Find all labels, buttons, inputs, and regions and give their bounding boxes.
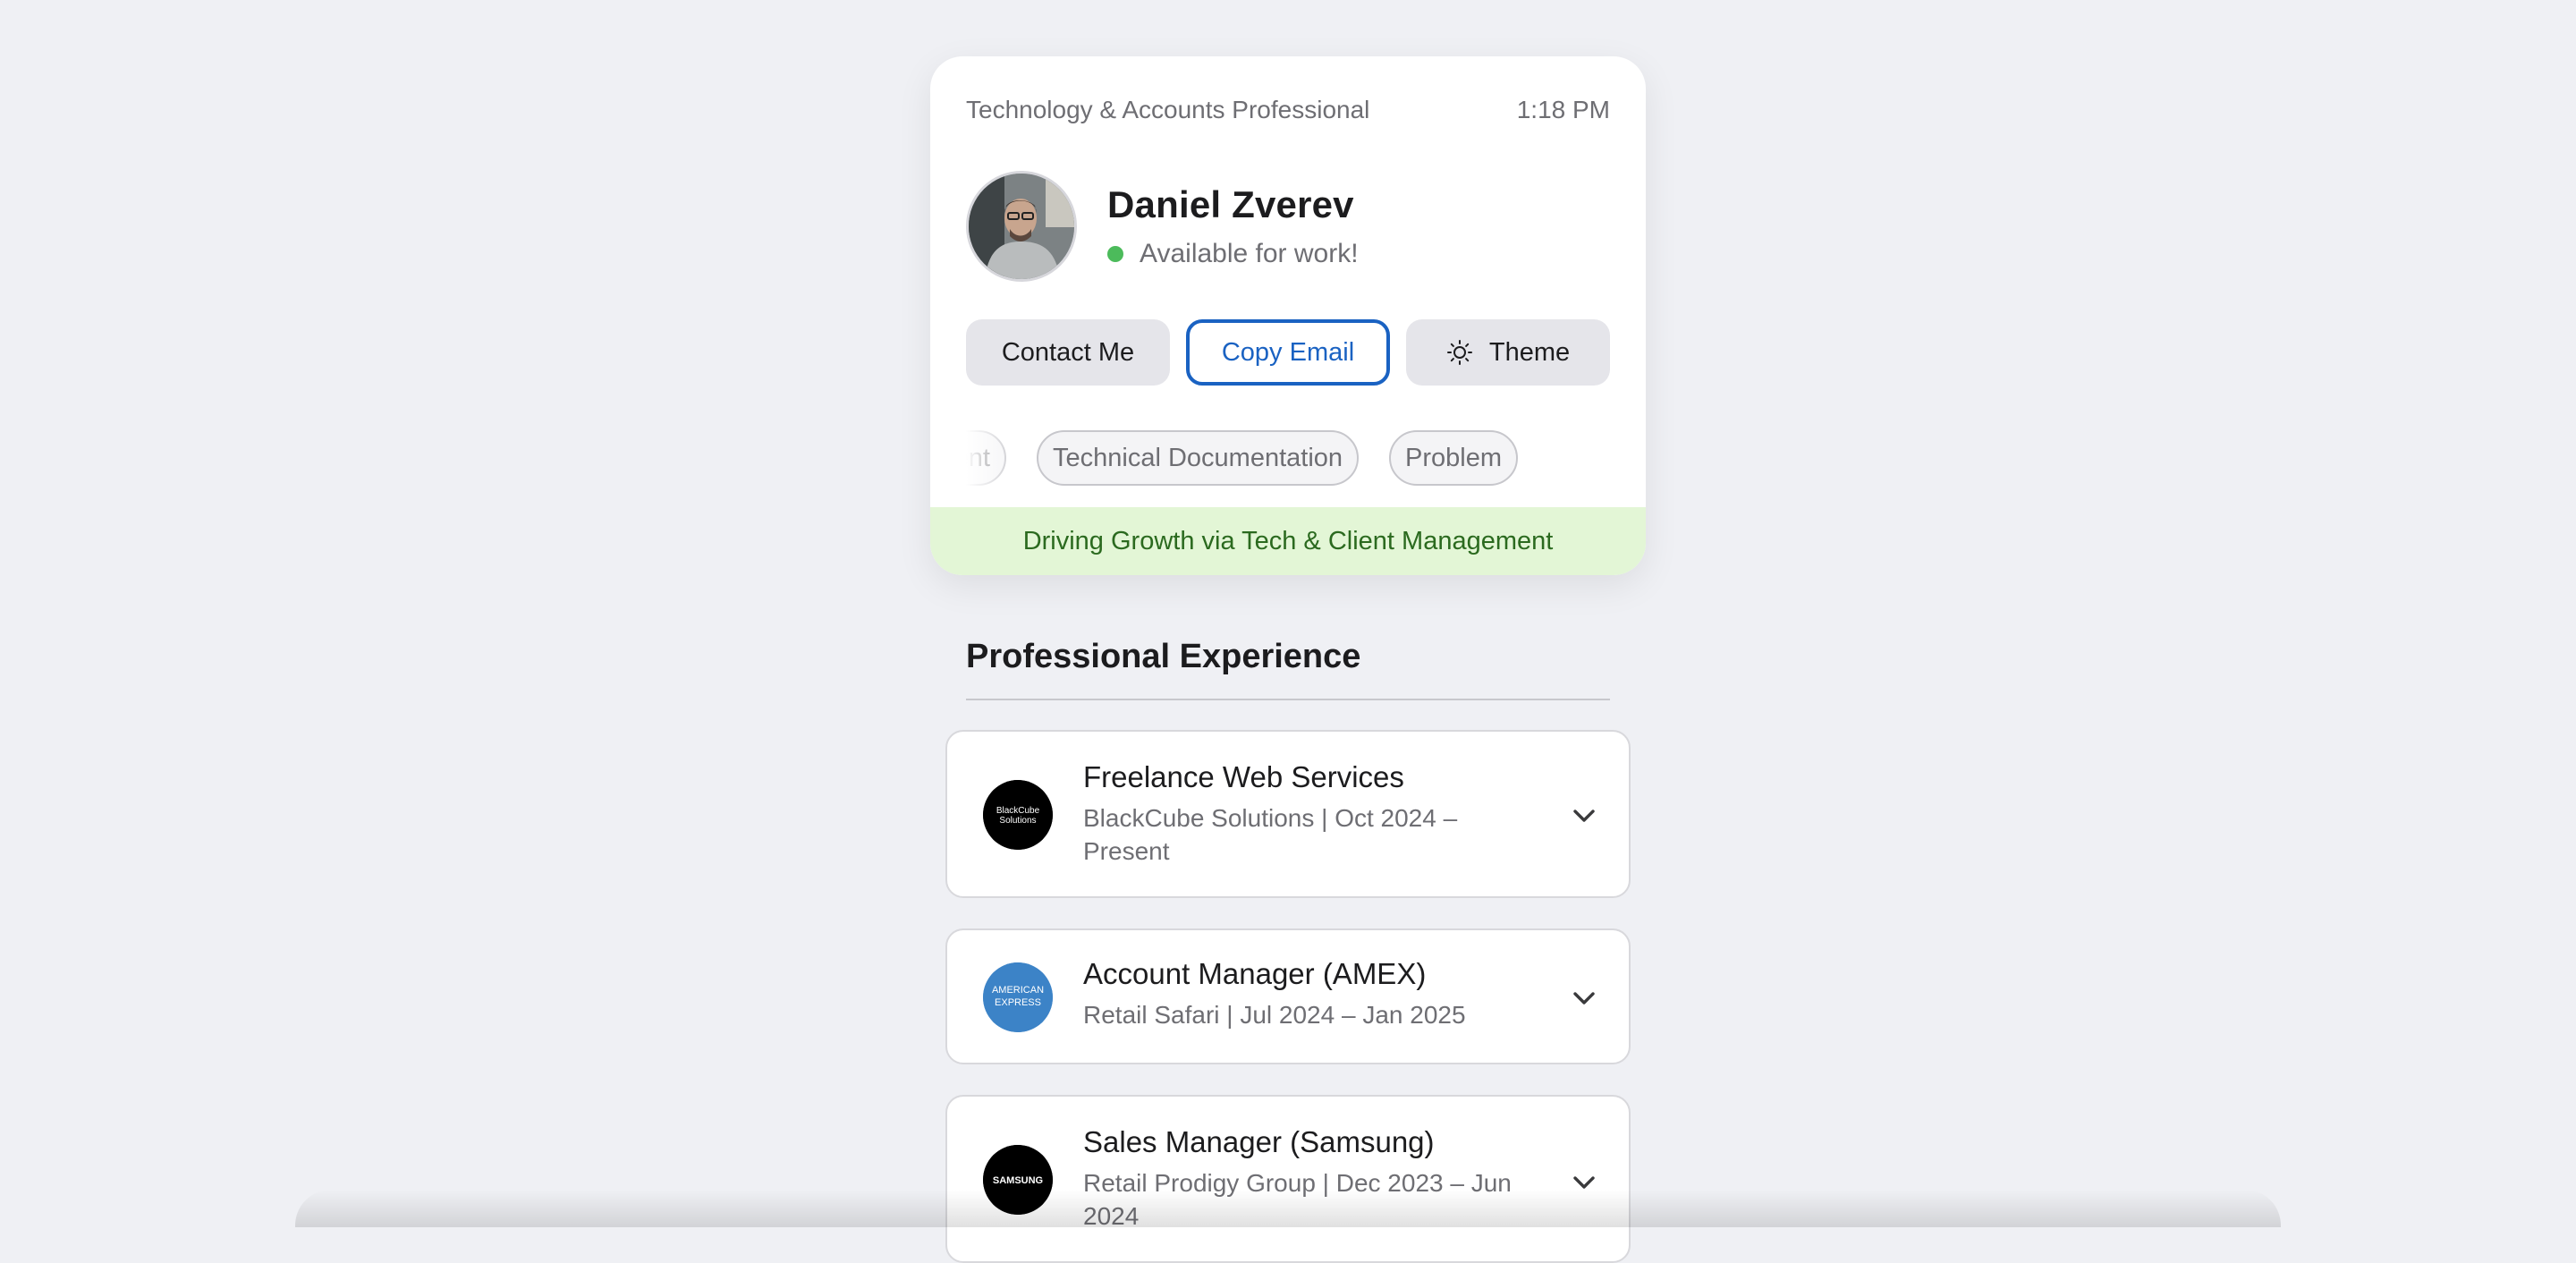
copy-email-label: Copy Email <box>1221 337 1355 367</box>
experience-card[interactable]: SAMSUNG Sales Manager (Samsung) Retail P… <box>945 1095 1631 1263</box>
contact-me-button[interactable]: Contact Me <box>966 319 1170 386</box>
clock-time: 1:18 PM <box>1516 96 1610 123</box>
svg-text:EXPRESS: EXPRESS <box>995 997 1041 1008</box>
theme-label: Theme <box>1488 337 1571 367</box>
skill-tag[interactable]: Problem <box>1389 430 1519 486</box>
section-divider <box>966 699 1610 700</box>
experience-subtitle: Retail Safari | Jul 2024 – Jan 2025 <box>1083 1001 1466 1029</box>
copy-email-button[interactable]: Copy Email <box>1186 319 1390 386</box>
experience-title: Sales Manager (Samsung) <box>1083 1125 1435 1158</box>
experience-card[interactable]: BlackCube Solutions Freelance Web Servic… <box>945 730 1631 898</box>
chevron-down-icon[interactable] <box>1570 1168 1598 1197</box>
theme-button[interactable]: Theme <box>1406 319 1610 386</box>
role-label: Technology & Accounts Professional <box>966 96 1370 123</box>
card-header: Technology & Accounts Professional 1:18 … <box>966 96 1610 124</box>
profile-name: Daniel Zverev <box>1107 183 1354 225</box>
experience-title: Account Manager (AMEX) <box>1083 957 1427 990</box>
experience-subtitle: BlackCube Solutions | Oct 2024 – Present <box>1083 804 1458 865</box>
identity: Daniel Zverev Available for work! <box>966 171 1359 282</box>
experience-title: Freelance Web Services <box>1083 760 1404 793</box>
avatar <box>966 171 1077 282</box>
carousel-fade-right <box>1556 430 1610 489</box>
chevron-down-icon[interactable] <box>1570 801 1598 830</box>
action-buttons: Contact Me Copy Email Theme <box>966 319 1610 386</box>
carousel-fade-left <box>966 430 1020 489</box>
sun-icon <box>1446 339 1473 366</box>
blackcube-logo: BlackCube Solutions <box>983 780 1053 850</box>
skills-track: nagement Technical Documentation Problem <box>966 430 1519 486</box>
availability-status: Available for work! <box>1107 239 1359 269</box>
skills-carousel[interactable]: nagement Technical Documentation Problem <box>966 430 1610 489</box>
chevron-down-icon[interactable] <box>1570 984 1598 1013</box>
status-text: Available for work! <box>1140 239 1359 268</box>
svg-text:AMERICAN: AMERICAN <box>992 985 1044 996</box>
svg-text:BlackCube: BlackCube <box>996 806 1040 816</box>
contact-me-label: Contact Me <box>1001 337 1135 367</box>
status-dot-icon <box>1107 246 1123 262</box>
svg-text:Solutions: Solutions <box>999 816 1036 826</box>
experience-card[interactable]: AMERICAN EXPRESS Account Manager (AMEX) … <box>945 928 1631 1064</box>
tagline-banner: Driving Growth via Tech & Client Managem… <box>930 507 1646 575</box>
skill-tag[interactable]: Technical Documentation <box>1037 430 1360 486</box>
profile-card: Technology & Accounts Professional 1:18 … <box>930 56 1646 575</box>
svg-text:SAMSUNG: SAMSUNG <box>993 1175 1043 1186</box>
experience-subtitle: Retail Prodigy Group | Dec 2023 – Jun 20… <box>1083 1169 1512 1230</box>
samsung-logo: SAMSUNG <box>983 1145 1053 1215</box>
section-title: Professional Experience <box>966 638 1361 675</box>
tagline-text: Driving Growth via Tech & Client Managem… <box>1022 526 1554 555</box>
amex-logo: AMERICAN EXPRESS <box>983 962 1053 1032</box>
